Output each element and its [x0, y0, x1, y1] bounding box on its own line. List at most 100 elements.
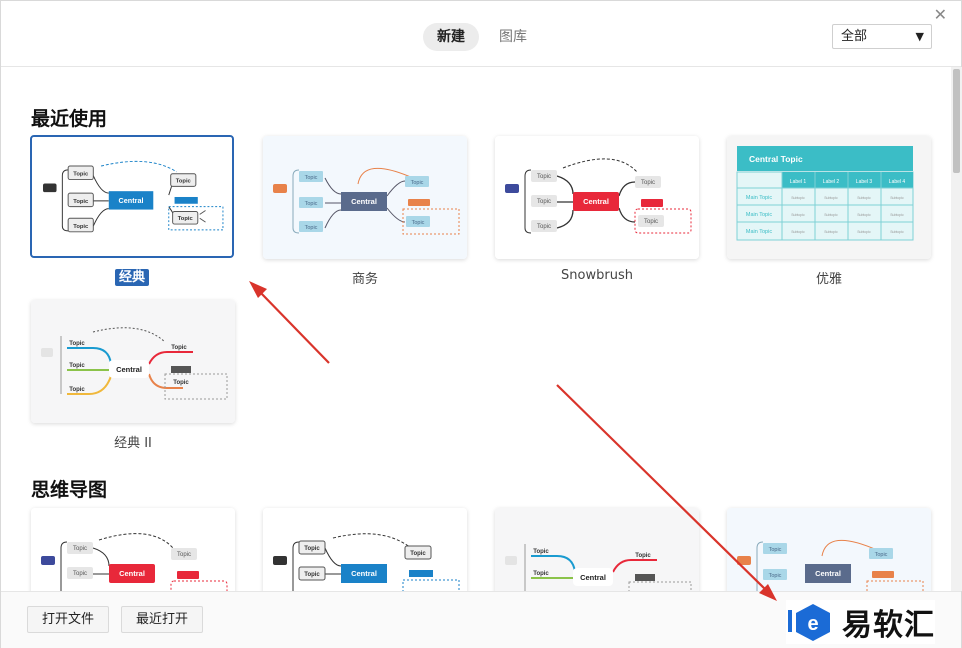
- watermark-text: 易软汇: [842, 608, 935, 643]
- thumb-subtopic: Subtopic: [857, 196, 871, 200]
- top-bar: 新建 图库 ✕ 全部 ▼: [1, 1, 961, 67]
- thumb-subtopic: Subtopic: [824, 230, 838, 234]
- thumb-main-topic: Main Topic: [746, 229, 772, 235]
- mindmap-thumbnail-1: Topic Topic Central Topic: [31, 508, 235, 591]
- thumb-central: Central: [351, 197, 377, 206]
- thumb-topic: Topic: [641, 180, 655, 186]
- thumb-topic: Topic: [73, 571, 87, 577]
- thumb-topic: Topic: [178, 216, 194, 222]
- thumb-topic: Topic: [177, 552, 191, 558]
- classic-thumbnail: Topic Topic Topic Central Topic Topic: [33, 137, 231, 256]
- template-label-classic: 经典: [30, 266, 234, 286]
- open-file-button[interactable]: 打开文件: [27, 606, 110, 633]
- thumb-subtopic: Subtopic: [824, 196, 838, 200]
- thumb-subtopic: Subtopic: [890, 213, 904, 217]
- thumb-topic: Topic: [173, 380, 189, 386]
- thumb-topic: Topic: [305, 175, 318, 181]
- thumb-topic: Topic: [537, 174, 551, 180]
- thumb-central: Central: [116, 365, 142, 374]
- thumb-topic: Topic: [73, 172, 89, 178]
- watermark: e 易软汇: [786, 600, 935, 644]
- thumb-topic: Topic: [533, 571, 549, 577]
- tab-gallery[interactable]: 图库: [485, 23, 541, 51]
- template-card-classic-ii[interactable]: Topic Topic Topic Central Topic Topic: [31, 300, 235, 423]
- thumb-topic: Topic: [769, 573, 782, 579]
- label-text: 经典: [114, 269, 149, 286]
- thumb-central: Central: [815, 569, 841, 578]
- thumb-central: Central: [583, 197, 609, 206]
- thumb-subtopic: Subtopic: [857, 230, 871, 234]
- watermark-logo-icon: e: [788, 604, 830, 641]
- thumb-subtopic: Subtopic: [890, 230, 904, 234]
- classic-ii-thumbnail: Topic Topic Topic Central Topic Topic: [31, 300, 235, 423]
- thumb-subtopic: Subtopic: [890, 196, 904, 200]
- thumb-topic: Topic: [305, 225, 318, 231]
- thumb-label-2: Label 2: [823, 179, 840, 185]
- thumb-label-4: Label 4: [889, 179, 906, 185]
- thumb-topic: Topic: [69, 387, 85, 393]
- thumb-topic: Topic: [644, 219, 658, 225]
- template-card-elegant[interactable]: Central Topic Label 1 Label 2 Label 3 La…: [727, 136, 931, 259]
- template-label-business: 商务: [351, 272, 378, 287]
- thumb-subtopic: Subtopic: [791, 213, 805, 217]
- template-label-elegant: 优雅: [815, 272, 842, 287]
- thumb-topic: Topic: [537, 199, 551, 205]
- thumb-topic: Topic: [410, 551, 426, 557]
- thumb-central: Central: [580, 573, 606, 582]
- thumb-topic: Topic: [769, 547, 782, 553]
- thumb-topic: Topic: [304, 546, 320, 552]
- thumb-central: Central: [119, 196, 144, 205]
- snowbrush-thumbnail: Topic Topic Topic Central Topic Topic: [495, 136, 699, 259]
- thumb-topic: Topic: [176, 178, 192, 184]
- mindmap-template-card-1[interactable]: Topic Topic Central Topic: [31, 508, 235, 591]
- mindmap-template-card-3[interactable]: Topic Topic Central Topic: [495, 508, 699, 591]
- tab-new[interactable]: 新建: [423, 23, 479, 51]
- template-card-classic[interactable]: Topic Topic Topic Central Topic Topic: [30, 135, 234, 258]
- template-label-classic-ii: 经典 II: [114, 436, 152, 451]
- template-list: 最近使用 Topic Topic Topic Central Topic Top…: [1, 67, 951, 591]
- chevron-down-icon: ▼: [915, 30, 924, 43]
- thumb-topic: Topic: [73, 546, 87, 552]
- thumb-central-topic: Central Topic: [749, 154, 803, 164]
- section-title-recent: 最近使用: [31, 108, 108, 130]
- thumb-topic: Topic: [537, 224, 551, 230]
- thumb-central: Central: [351, 569, 377, 578]
- recent-open-button[interactable]: 最近打开: [121, 606, 204, 633]
- thumb-topic: Topic: [304, 572, 320, 578]
- thumb-subtopic: Subtopic: [824, 213, 838, 217]
- thumb-subtopic: Subtopic: [791, 196, 805, 200]
- thumb-topic: Topic: [411, 180, 424, 186]
- template-card-business[interactable]: Topic Topic Topic Central Topic Topic: [263, 136, 467, 259]
- mindmap-template-card-2[interactable]: Topic Topic Central Topic: [263, 508, 467, 591]
- mindmap-thumbnail-3: Topic Topic Central Topic: [495, 508, 699, 591]
- thumb-topic: Topic: [875, 552, 888, 558]
- thumb-label-1: Label 1: [790, 179, 807, 185]
- thumb-topic: Topic: [73, 199, 89, 205]
- thumb-topic: Topic: [533, 549, 549, 555]
- svg-text:e: e: [807, 613, 818, 635]
- vertical-scrollbar[interactable]: [951, 67, 962, 591]
- thumb-topic: Topic: [171, 345, 187, 351]
- mindmap-thumbnail-4: Topic Topic Central Topic: [727, 508, 931, 591]
- thumb-subtopic: Subtopic: [857, 213, 871, 217]
- thumb-topic: Topic: [69, 363, 85, 369]
- template-label-snowbrush: Snowbrush: [561, 268, 633, 283]
- category-filter-select[interactable]: 全部 ▼: [832, 24, 932, 49]
- section-title-mindmap: 思维导图: [31, 479, 108, 501]
- elegant-thumbnail: Central Topic Label 1 Label 2 Label 3 La…: [727, 136, 931, 259]
- scrollbar-thumb[interactable]: [953, 69, 960, 173]
- close-icon[interactable]: ✕: [934, 5, 947, 24]
- thumb-label-3: Label 3: [856, 179, 873, 185]
- thumb-subtopic: Subtopic: [791, 230, 805, 234]
- business-thumbnail: Topic Topic Topic Central Topic Topic: [263, 136, 467, 259]
- mindmap-template-card-4[interactable]: Topic Topic Central Topic: [727, 508, 931, 591]
- thumb-central: Central: [119, 569, 145, 578]
- template-window: 新建 图库 ✕ 全部 ▼ 最近使用 Topic Topic Topic Cent…: [0, 0, 962, 648]
- template-card-snowbrush[interactable]: Topic Topic Topic Central Topic Topic: [495, 136, 699, 259]
- thumb-main-topic: Main Topic: [746, 212, 772, 218]
- thumb-topic: Topic: [73, 224, 89, 230]
- thumb-main-topic: Main Topic: [746, 195, 772, 201]
- filter-value: 全部: [841, 29, 868, 44]
- thumb-topic: Topic: [635, 553, 651, 559]
- thumb-topic: Topic: [305, 201, 318, 207]
